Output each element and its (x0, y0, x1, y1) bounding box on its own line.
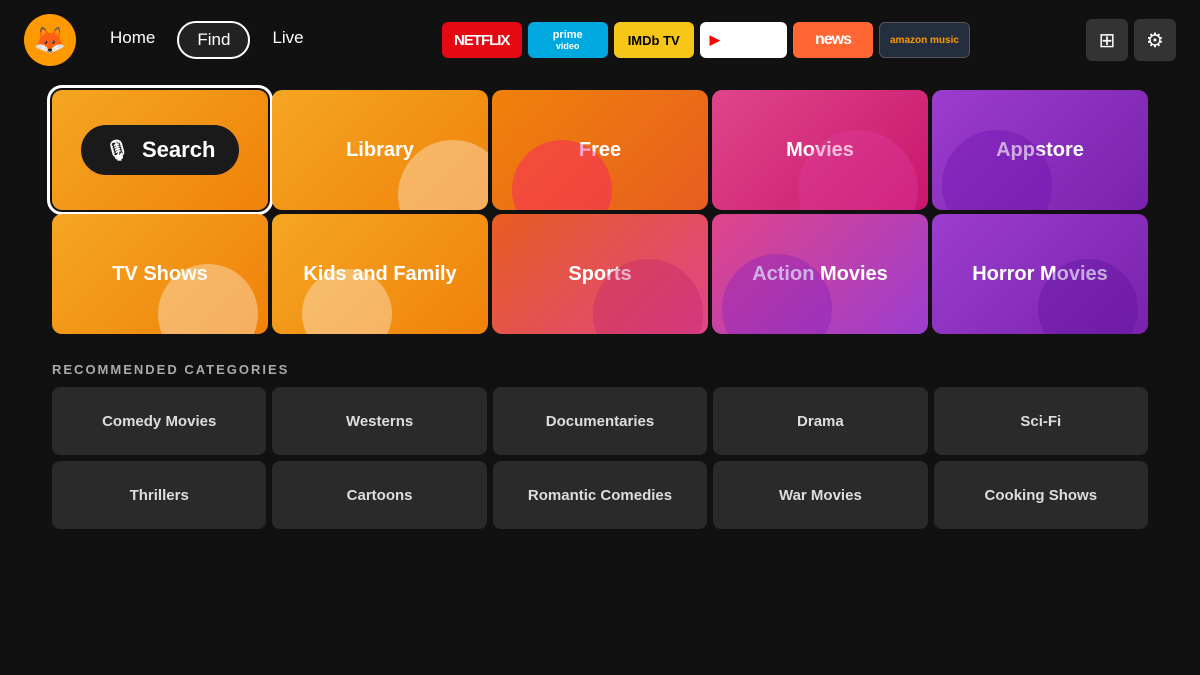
rec-comedy-movies[interactable]: Comedy Movies (52, 387, 266, 455)
rec-cartoons[interactable]: Cartoons (272, 461, 486, 529)
library-tile[interactable]: Library (272, 90, 488, 210)
kids-tile[interactable]: Kids and Family (272, 214, 488, 334)
search-tile[interactable]: 🎙 Search (52, 90, 268, 210)
action-tile[interactable]: Action Movies (712, 214, 928, 334)
netflix-button[interactable]: NETFLIX (442, 22, 522, 58)
nav-home[interactable]: Home (92, 21, 173, 59)
library-label: Library (346, 139, 414, 162)
app-logo[interactable]: 🦊 (24, 14, 76, 66)
recommended-title: RECOMMENDED CATEGORIES (52, 362, 1148, 377)
rec-cooking-shows[interactable]: Cooking Shows (934, 461, 1148, 529)
recommended-section: RECOMMENDED CATEGORIES Comedy Movies Wes… (0, 350, 1200, 529)
free-tile[interactable]: Free (492, 90, 708, 210)
header: 🦊 Home Find Live NETFLIX prime video IMD… (0, 0, 1200, 80)
rec-drama[interactable]: Drama (713, 387, 927, 455)
rec-westerns[interactable]: Westerns (272, 387, 486, 455)
imdb-button[interactable]: IMDb TV (614, 22, 694, 58)
nav-menu: Home Find Live (92, 21, 322, 59)
appstore-tile[interactable]: Appstore (932, 90, 1148, 210)
youtube-button[interactable]: ▶ YouTube (700, 22, 787, 58)
header-icons: ⊞ ⚙ (1086, 19, 1176, 61)
nav-live[interactable]: Live (254, 21, 321, 59)
recommended-grid: Comedy Movies Westerns Documentaries Dra… (52, 387, 1148, 529)
streaming-logos: NETFLIX prime video IMDb TV ▶ YouTube ne… (342, 22, 1070, 58)
prime-button[interactable]: prime video (528, 22, 608, 58)
nav-find[interactable]: Find (177, 21, 250, 59)
movies-tile[interactable]: Movies (712, 90, 928, 210)
rec-romantic-comedies[interactable]: Romantic Comedies (493, 461, 707, 529)
news-button[interactable]: news (793, 22, 873, 58)
rec-documentaries[interactable]: Documentaries (493, 387, 707, 455)
category-grid: 🎙 Search Library Free Movies Appstore TV… (52, 90, 1148, 334)
search-pill: 🎙 Search (81, 125, 240, 175)
main-grid: 🎙 Search Library Free Movies Appstore TV… (0, 80, 1200, 350)
sports-tile[interactable]: Sports (492, 214, 708, 334)
apps-icon[interactable]: ⊞ (1086, 19, 1128, 61)
settings-icon[interactable]: ⚙ (1134, 19, 1176, 61)
rec-thrillers[interactable]: Thrillers (52, 461, 266, 529)
mic-icon: 🎙 (105, 138, 130, 163)
music-button[interactable]: amazon music (879, 22, 970, 58)
rec-scifi[interactable]: Sci-Fi (934, 387, 1148, 455)
rec-war-movies[interactable]: War Movies (713, 461, 927, 529)
horror-tile[interactable]: Horror Movies (932, 214, 1148, 334)
tvshows-tile[interactable]: TV Shows (52, 214, 268, 334)
search-label: Search (142, 137, 215, 163)
